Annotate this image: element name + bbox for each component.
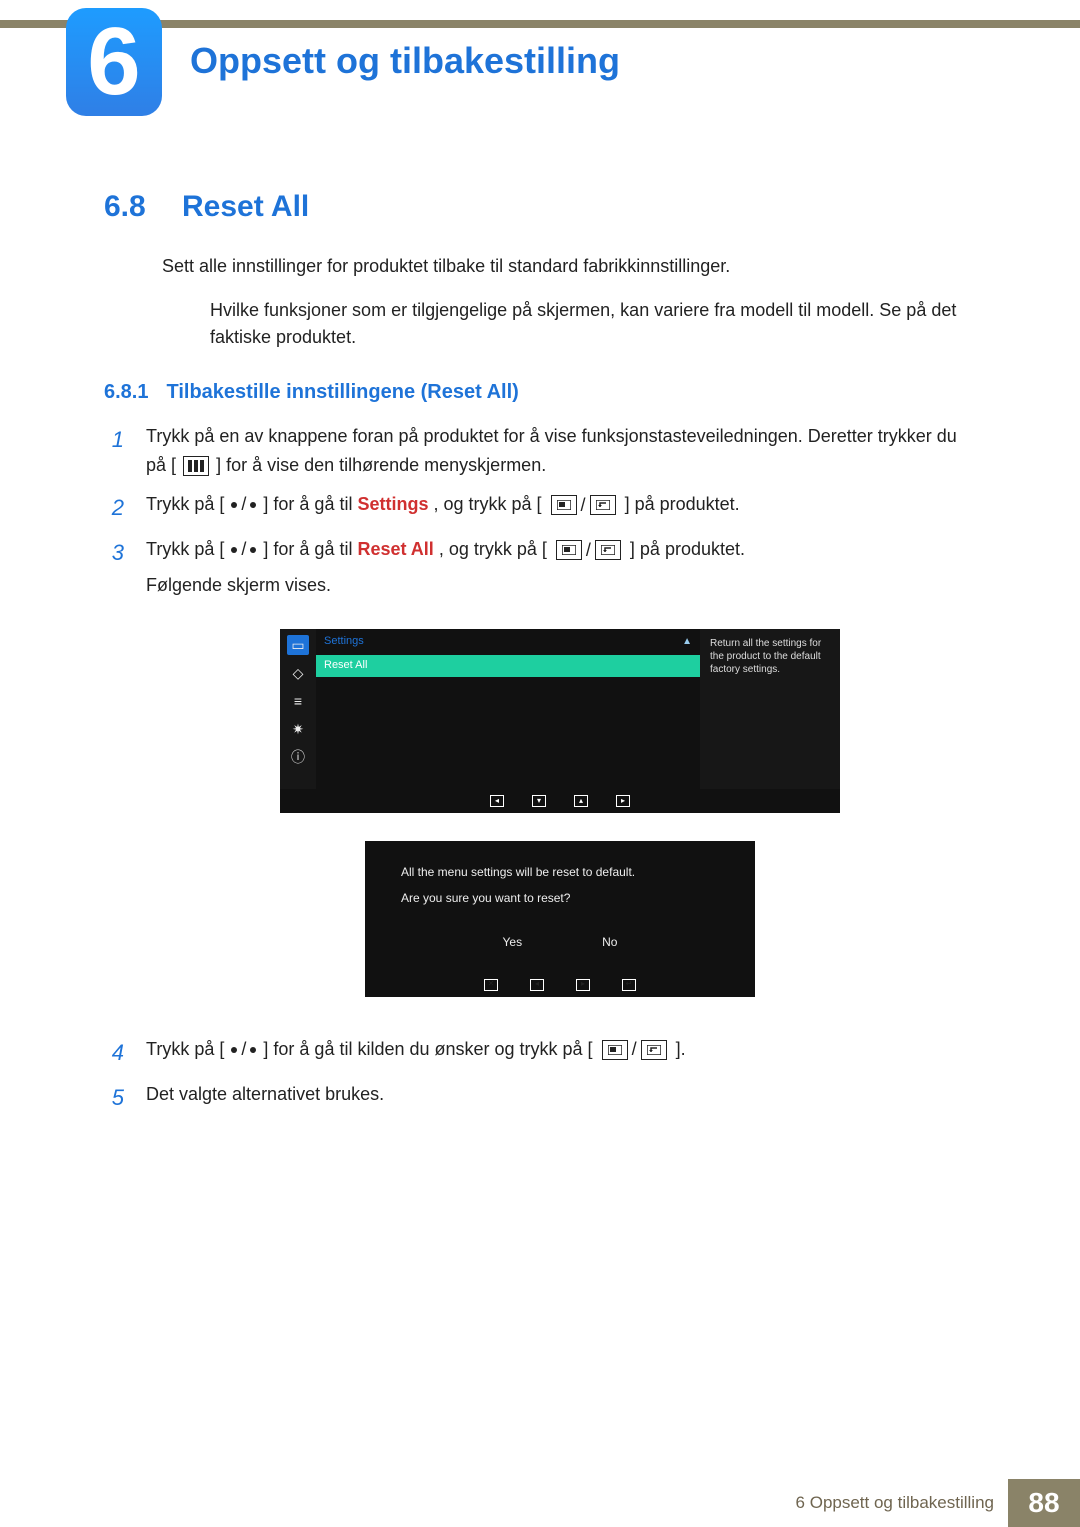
- source-enter-icon: /: [549, 491, 618, 520]
- dot-icon: [250, 547, 256, 553]
- section-number: 6.8: [104, 190, 158, 224]
- section-intro: Sett alle innstillinger for produktet ti…: [162, 254, 974, 279]
- osd-up-arrow-icon: ▲: [682, 634, 692, 650]
- content: 6.8 Reset All Sett alle innstillinger fo…: [104, 190, 974, 1125]
- chapter-title: Oppsett og tilbakestilling: [190, 40, 620, 82]
- step-text: , og trykk på [: [433, 494, 541, 514]
- step-2: 2 Trykk på [ / ] for å gå til Settings ,…: [104, 490, 974, 525]
- step-text: ] på produktet.: [630, 539, 745, 559]
- osd-confirm-line2: Are you sure you want to reset?: [401, 889, 719, 907]
- dot-icon: [231, 502, 237, 508]
- step-body: Trykk på en av knappene foran på produkt…: [146, 422, 974, 480]
- info-icon: ⓘ: [287, 747, 309, 767]
- step-number: 2: [104, 490, 124, 525]
- source-enter-icon: /: [554, 536, 623, 565]
- osd-confirm-nav: ✕ ◂ ▸ ↵: [365, 973, 755, 997]
- section-heading: 6.8 Reset All: [104, 190, 974, 224]
- slash-icon: /: [241, 1039, 246, 1059]
- step-text: ].: [676, 1039, 686, 1059]
- subsection-number: 6.8.1: [104, 381, 148, 404]
- enter-icon: [595, 540, 621, 560]
- enter-icon: [590, 495, 616, 515]
- dot-icon: [231, 547, 237, 553]
- dot-icon: [250, 502, 256, 508]
- step-number: 3: [104, 535, 124, 1025]
- nav-left-icon: ◂: [490, 795, 504, 807]
- subsection-heading: 6.8.1 Tilbakestille innstillingene (Rese…: [104, 381, 974, 404]
- step-body: Trykk på [ / ] for å gå til Settings , o…: [146, 490, 974, 525]
- step-text: Trykk på [: [146, 494, 224, 514]
- step-text: ] for å gå til: [263, 539, 357, 559]
- step-body: Trykk på [ / ] for å gå til kilden du øn…: [146, 1035, 974, 1070]
- osd-main: ▭ ◇ ≡ ✷ ⓘ Settings ▲ Reset All: [280, 629, 840, 789]
- step-1: 1 Trykk på en av knappene foran på produ…: [104, 422, 974, 480]
- step-number: 5: [104, 1080, 124, 1115]
- step-text: Trykk på [: [146, 539, 224, 559]
- dot-icon: [231, 1047, 237, 1053]
- nav-close-icon: ✕: [484, 979, 498, 991]
- slash-icon: /: [241, 539, 246, 559]
- osd-header: Settings ▲: [316, 629, 700, 655]
- header-band: [0, 20, 1080, 28]
- enter-icon: [641, 1040, 667, 1060]
- nav-up-icon: ▴: [574, 795, 588, 807]
- source-icon: [602, 1040, 628, 1060]
- step-text: Trykk på [: [146, 1039, 224, 1059]
- osd-settings-figure: ▭ ◇ ≡ ✷ ⓘ Settings ▲ Reset All: [280, 629, 840, 813]
- footer-chapter-ref: 6 Oppsett og tilbakestilling: [796, 1493, 1008, 1513]
- menu-bars-icon: ≡: [287, 691, 309, 711]
- osd-nav-bar: ◂ ▾ ▴ ▸: [280, 789, 840, 813]
- osd-confirm-buttons: Yes No: [365, 917, 755, 972]
- step-5: 5 Det valgte alternativet brukes.: [104, 1080, 974, 1115]
- osd-selected-row: Reset All: [316, 655, 700, 677]
- nav-right-icon: ▸: [616, 795, 630, 807]
- step-number: 4: [104, 1035, 124, 1070]
- osd-confirm-figure: All the menu settings will be reset to d…: [365, 841, 755, 996]
- step-body: Det valgte alternativet brukes.: [146, 1080, 974, 1115]
- step-4: 4 Trykk på [ / ] for å gå til kilden du …: [104, 1035, 974, 1070]
- nav-right-icon: ▸: [576, 979, 590, 991]
- osd-no-button: No: [602, 933, 617, 952]
- keyword-reset-all: Reset All: [357, 539, 433, 559]
- step-text: ] for å vise den tilhørende menyskjermen…: [216, 455, 546, 475]
- step-text: ] på produktet.: [625, 494, 740, 514]
- nav-enter-icon: ↵: [622, 979, 636, 991]
- osd-yes-button: Yes: [503, 933, 523, 952]
- subsection-title: Tilbakestille innstillingene (Reset All): [166, 381, 518, 404]
- nav-left-icon: ◂: [530, 979, 544, 991]
- osd-help-panel: Return all the settings for the product …: [700, 629, 840, 789]
- picture-icon: ◇: [287, 663, 309, 683]
- slash-icon: /: [241, 494, 246, 514]
- nav-down-icon: ▾: [532, 795, 546, 807]
- osd-confirm-body: All the menu settings will be reset to d…: [365, 841, 755, 917]
- osd-header-title: Settings: [324, 633, 364, 651]
- step-text: ] for å gå til kilden du ønsker og trykk…: [263, 1039, 592, 1059]
- source-icon: [556, 540, 582, 560]
- step-text: ] for å gå til: [263, 494, 357, 514]
- source-enter-icon: /: [600, 1035, 669, 1064]
- chapter-number-badge: 6: [66, 8, 162, 116]
- gear-icon: ✷: [287, 719, 309, 739]
- section-title: Reset All: [182, 190, 309, 224]
- osd-confirm-line1: All the menu settings will be reset to d…: [401, 863, 719, 881]
- source-icon: [551, 495, 577, 515]
- step-number: 1: [104, 422, 124, 480]
- steps-list: 1 Trykk på en av knappene foran på produ…: [104, 422, 974, 1115]
- keyword-settings: Settings: [357, 494, 428, 514]
- osd-center: Settings ▲ Reset All: [316, 629, 700, 789]
- menu-icon: [183, 456, 209, 476]
- step-body: Trykk på [ / ] for å gå til Reset All , …: [146, 535, 974, 1025]
- osd-sidebar: ▭ ◇ ≡ ✷ ⓘ: [280, 629, 316, 789]
- step-3: 3 Trykk på [ / ] for å gå til Reset All …: [104, 535, 974, 1025]
- dot-icon: [250, 1047, 256, 1053]
- page-footer: 6 Oppsett og tilbakestilling 88: [0, 1479, 1080, 1527]
- step-followup-text: Følgende skjerm vises.: [146, 571, 974, 600]
- footer-page-number: 88: [1008, 1479, 1080, 1527]
- section-note: Hvilke funksjoner som er tilgjengelige p…: [210, 297, 974, 351]
- brightness-icon: ▭: [287, 635, 309, 655]
- step-text: , og trykk på [: [439, 539, 547, 559]
